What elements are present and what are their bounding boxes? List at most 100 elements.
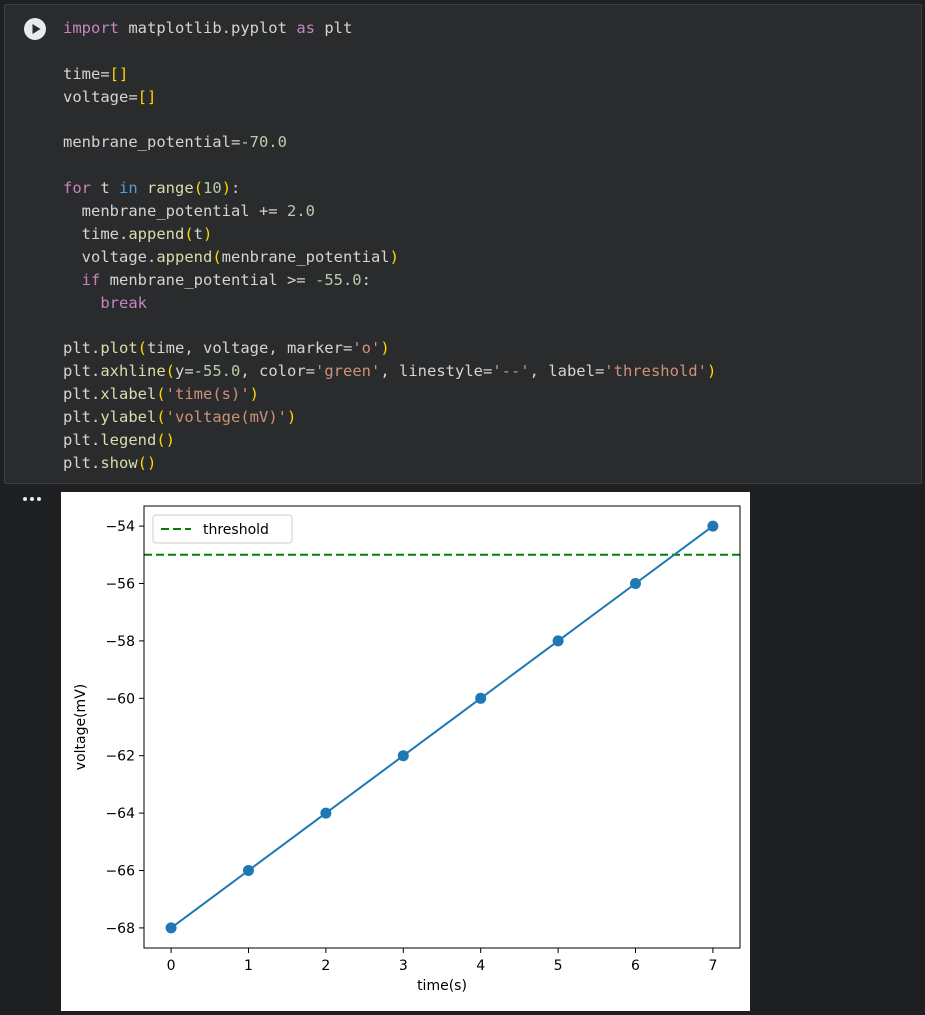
- run-cell-icon[interactable]: [23, 17, 47, 41]
- y-axis-label: voltage(mV): [73, 684, 89, 770]
- data-point: [397, 750, 409, 762]
- code-token: plot: [100, 339, 138, 358]
- code-line: menbrane_potential=-70.0: [63, 131, 716, 154]
- y-tick-label: −58: [105, 634, 135, 650]
- code-editor[interactable]: import matplotlib.pyplot as plt time=[] v…: [63, 17, 716, 475]
- code-token: ): [706, 362, 717, 381]
- data-point: [475, 692, 487, 704]
- code-token: []: [137, 87, 157, 106]
- code-token: ): [165, 431, 176, 450]
- code-token: (: [156, 408, 166, 427]
- data-point: [552, 635, 564, 647]
- code-token: import: [63, 19, 119, 37]
- code-token: ): [203, 225, 213, 244]
- data-point: [630, 577, 642, 589]
- code-token: legend: [100, 431, 157, 450]
- code-token: (: [137, 453, 147, 472]
- y-tick-label: −56: [105, 576, 135, 592]
- code-token: show: [100, 453, 138, 472]
- code-token: (: [212, 247, 222, 266]
- output-menu-icon[interactable]: [22, 492, 42, 506]
- code-line: voltage.append(menbrane_potential): [63, 246, 716, 269]
- code-token: (: [184, 225, 194, 244]
- code-token: , color=: [240, 362, 315, 381]
- code-token: 'green': [315, 362, 381, 381]
- code-token: '--': [492, 362, 530, 381]
- code-token: -55.0: [314, 270, 362, 289]
- code-token: 'threshold': [604, 362, 707, 381]
- code-token: time=: [63, 64, 110, 83]
- x-tick-label: 4: [476, 958, 485, 974]
- code-token: :: [361, 270, 371, 289]
- code-token: (: [137, 339, 147, 358]
- line-chart: 0 1 2 3 4 5 6 7 −68 −66 −64 −62 −60 −58 −56 −54 time(s) v…: [73, 505, 741, 994]
- code-token: range: [147, 179, 194, 198]
- code-line: import matplotlib.pyplot as plt: [63, 17, 716, 40]
- code-token: plt.: [63, 431, 101, 450]
- y-tick-label: −54: [105, 519, 135, 535]
- code-token: ): [380, 339, 390, 358]
- code-token: time.: [63, 225, 129, 244]
- y-tick-label: −68: [105, 921, 135, 937]
- code-token: menbrane_potential=: [63, 133, 241, 152]
- code-token: t: [193, 225, 204, 244]
- code-token: 2.0: [286, 202, 315, 221]
- x-tick-label: 7: [708, 958, 717, 974]
- code-token: ylabel: [100, 408, 157, 427]
- code-token: ): [287, 408, 297, 427]
- code-token: time, voltage, marker=: [147, 339, 353, 358]
- code-token: ): [389, 247, 399, 266]
- code-token: (: [156, 431, 166, 450]
- code-token: , label=: [529, 362, 605, 381]
- code-token: ): [147, 453, 157, 472]
- code-token: break: [100, 293, 147, 312]
- code-token: (: [156, 385, 166, 404]
- code-line: time=[]: [63, 63, 716, 86]
- code-token: xlabel: [100, 385, 157, 404]
- code-line: for t in range(10):: [63, 177, 716, 200]
- code-line: plt.ylabel('voltage(mV)'): [63, 406, 716, 429]
- code-token: append: [156, 247, 213, 266]
- x-tick-label: 2: [321, 958, 330, 974]
- y-tick-label: −60: [105, 691, 135, 707]
- code-token: (: [193, 179, 204, 198]
- code-token: ): [249, 385, 260, 404]
- x-axis-label: time(s): [417, 978, 467, 994]
- code-token: for: [63, 179, 91, 198]
- y-tick-label: −64: [105, 806, 135, 822]
- code-cell[interactable]: import matplotlib.pyplot as plt time=[] v…: [4, 4, 922, 484]
- data-point: [165, 922, 177, 934]
- code-token: 'voltage(mV)': [165, 408, 287, 427]
- code-token: axhline: [100, 362, 166, 381]
- code-token: (: [165, 362, 175, 381]
- x-tick-label: 3: [399, 958, 408, 974]
- code-token: append: [128, 225, 185, 244]
- code-token: 'o': [352, 339, 381, 358]
- code-line: plt.show(): [63, 452, 716, 475]
- code-line: plt.xlabel('time(s)'): [63, 383, 716, 406]
- code-token: 'time(s)': [165, 385, 250, 404]
- code-token: y=: [175, 362, 194, 381]
- code-token: if: [81, 270, 101, 289]
- plot-output: 0 1 2 3 4 5 6 7 −68 −66 −64 −62 −60 −58 −56 −54 time(s) v…: [61, 492, 750, 1011]
- code-line: menbrane_potential += 2.0: [63, 200, 716, 223]
- cell-output: 0 1 2 3 4 5 6 7 −68 −66 −64 −62 −60 −58 −56 −54 time(s) v…: [0, 486, 925, 1015]
- code-line: time.append(t): [63, 223, 716, 246]
- code-line: voltage=[]: [63, 86, 716, 109]
- code-token: -55.0: [193, 362, 241, 381]
- code-token: plt: [314, 19, 353, 37]
- data-point: [320, 807, 332, 819]
- code-token: t: [91, 179, 119, 198]
- x-tick-label: 6: [631, 958, 640, 974]
- y-tick-label: −62: [105, 749, 135, 765]
- code-token: 10: [203, 179, 222, 198]
- code-token: menbrane_potential >=: [100, 270, 315, 289]
- x-tick-label: 5: [554, 958, 563, 974]
- code-token: voltage=: [63, 87, 138, 106]
